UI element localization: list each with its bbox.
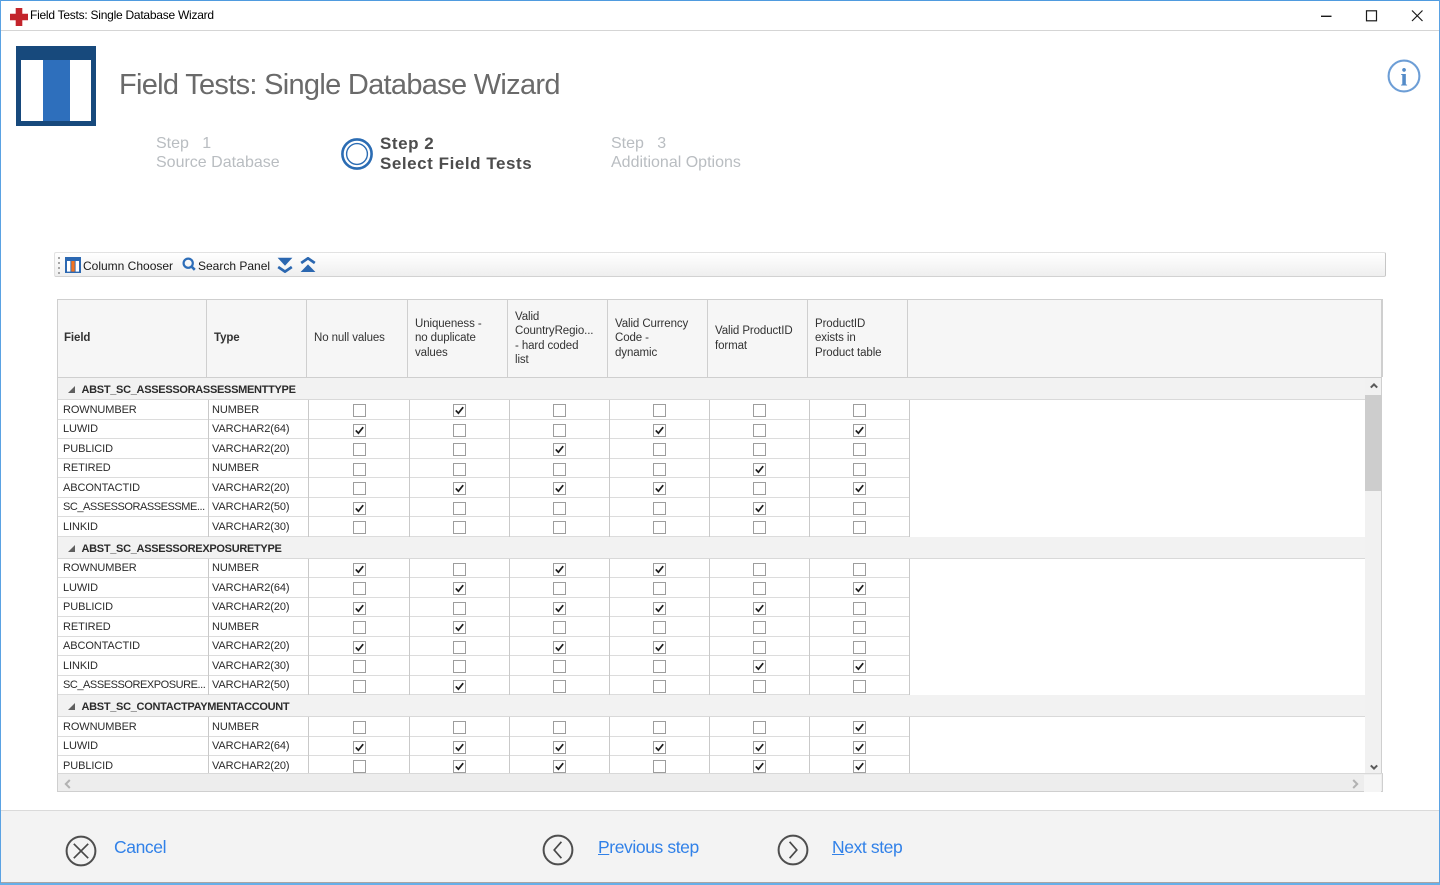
svg-text:i: i [1401,65,1408,92]
